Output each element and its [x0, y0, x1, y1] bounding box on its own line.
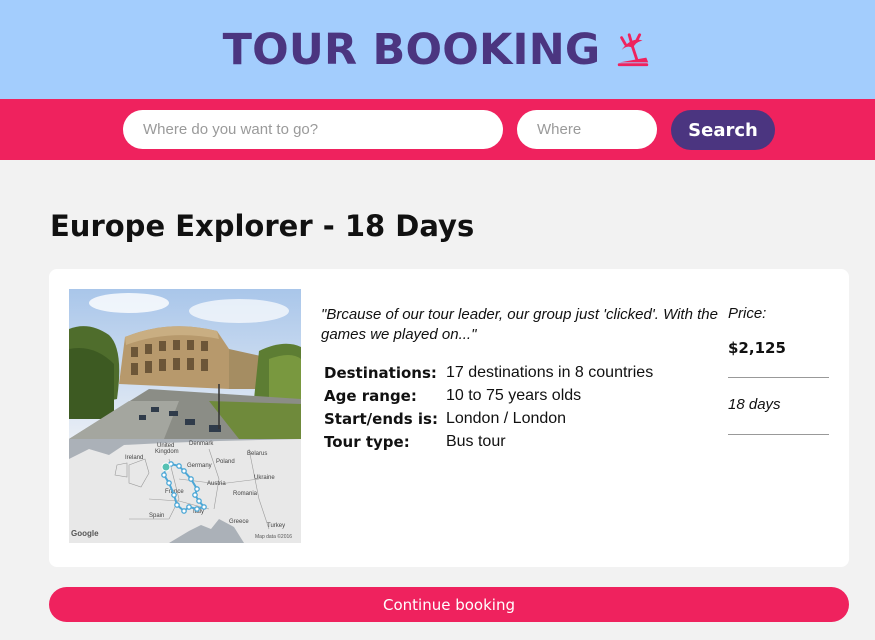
tour-title: Europe Explorer - 18 Days	[50, 209, 475, 243]
tour-card: Ireland United Kingdom Denmark Germany P…	[49, 269, 849, 567]
svg-text:Map data ©2016: Map data ©2016	[255, 533, 292, 540]
brand-title: TOUR BOOKING	[222, 24, 601, 75]
search-bar: Search	[0, 99, 875, 160]
colosseum-photo	[69, 289, 301, 439]
svg-text:Romania: Romania	[233, 491, 258, 497]
detail-label-start-end: Start/ends is:	[324, 409, 438, 428]
svg-text:Denmark: Denmark	[189, 441, 214, 447]
destination-search-input[interactable]	[123, 110, 503, 149]
svg-text:Spain: Spain	[149, 513, 164, 519]
detail-value-destinations: 17 destinations in 8 countries	[445, 363, 654, 381]
detail-row: Age range: 10 to 75 years olds	[322, 384, 655, 407]
svg-text:Turkey: Turkey	[267, 523, 285, 529]
beach-umbrella-icon	[618, 32, 649, 66]
svg-text:Kingdom: Kingdom	[155, 449, 179, 455]
header: TOUR BOOKING	[0, 0, 875, 99]
divider	[728, 377, 829, 378]
svg-text:Greece: Greece	[229, 519, 249, 525]
testimonial-quote: "Brcause of our tour leader, our group j…	[321, 306, 718, 343]
tour-duration: 18 days	[728, 396, 781, 413]
svg-text:Germany: Germany	[187, 463, 212, 469]
svg-text:Austria: Austria	[207, 481, 226, 487]
svg-text:Belarus: Belarus	[247, 451, 267, 457]
continue-booking-button[interactable]: Continue booking	[49, 587, 849, 622]
detail-row: Start/ends is: London / London	[322, 407, 655, 430]
detail-label-age-range: Age range:	[324, 386, 417, 405]
divider	[728, 434, 829, 435]
brand[interactable]: TOUR BOOKING	[223, 25, 653, 75]
detail-value-start-end: London / London	[445, 409, 567, 427]
where-input[interactable]	[517, 110, 657, 149]
detail-row: Tour type: Bus tour	[322, 430, 655, 453]
tour-details-table: Destinations: 17 destinations in 8 count…	[322, 361, 655, 453]
tour-route-map: Ireland United Kingdom Denmark Germany P…	[69, 439, 301, 543]
detail-value-tour-type: Bus tour	[445, 432, 506, 450]
price-column: Price: $2,125 18 days	[728, 305, 829, 435]
detail-label-destinations: Destinations:	[324, 363, 437, 382]
price-value: $2,125	[728, 339, 786, 357]
detail-label-tour-type: Tour type:	[324, 432, 410, 451]
svg-text:Poland: Poland	[216, 459, 235, 465]
svg-text:Ukraine: Ukraine	[254, 475, 275, 481]
search-button[interactable]: Search	[671, 110, 775, 150]
detail-value-age-range: 10 to 75 years olds	[445, 386, 582, 404]
svg-text:Ireland: Ireland	[125, 455, 143, 461]
detail-row: Destinations: 17 destinations in 8 count…	[322, 361, 655, 384]
price-label: Price:	[728, 305, 767, 322]
svg-text:Google: Google	[71, 529, 99, 538]
